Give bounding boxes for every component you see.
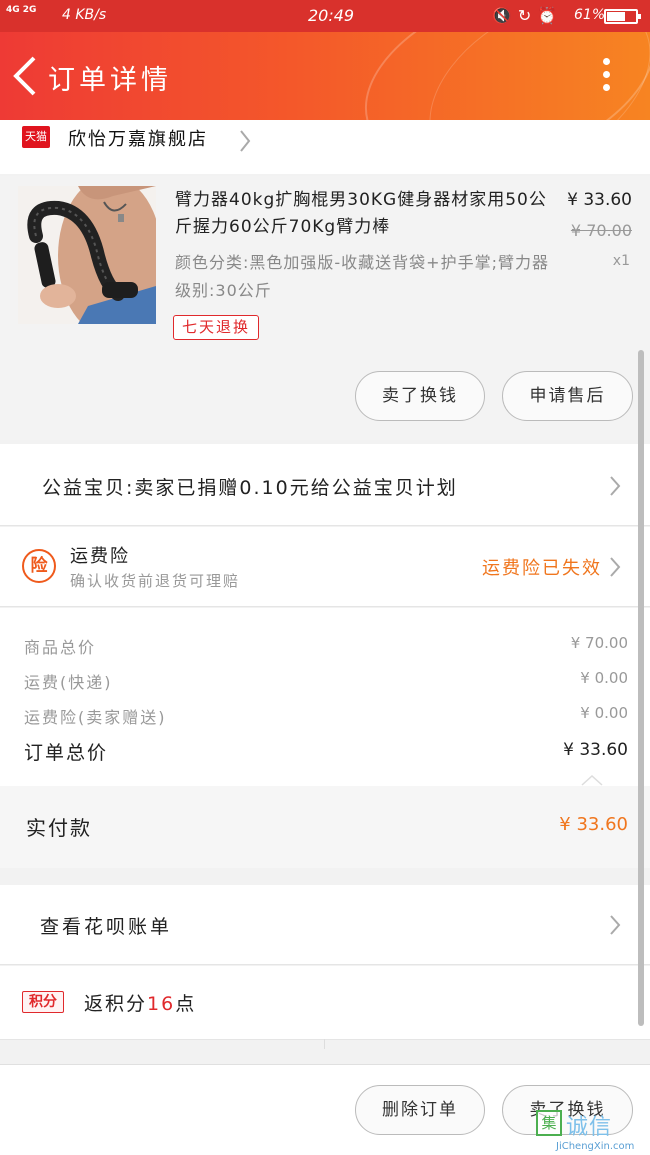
store-name: 欣怡万嘉旗舰店 [68,129,208,150]
scrollbar[interactable] [638,350,644,1026]
charity-text: 公益宝贝:卖家已捐赠0.10元给公益宝贝计划 [42,477,458,499]
chevron-right-icon [610,557,621,577]
huabei-text: 查看花呗账单 [40,916,173,938]
points-text: 返积分16点 [84,993,197,1015]
page-title: 订单详情 [48,65,172,96]
network-type: 4G 2G [6,5,37,15]
order-total-label: 订单总价 [24,742,109,764]
product-price: ¥ 33.60 [567,190,632,210]
status-icons: 🔇↻⏰ [492,6,563,25]
points-badge: 积分 [22,991,64,1013]
battery-percent: 61% [574,7,606,23]
alarm-icon: ⏰ [537,6,564,25]
more-menu-icon[interactable] [596,58,616,96]
watermark-cn: 诚信 [566,1115,613,1140]
tmall-badge: 天猫 [22,126,50,148]
sell-resale-button[interactable]: 卖了换钱 [355,371,485,421]
product-sku: 颜色分类:黑色加强版-收藏送背袋+护手掌;臂力器级别:30公斤 [175,253,549,300]
insurance-subtitle: 确认收货前退货可理赔 [70,572,241,590]
points-row: 积分 返积分16点 [0,966,650,1040]
caret-up-icon [581,774,603,786]
shipping-insurance-row[interactable]: 险 运费险 确认收货前退货可理赔 运费险已失效 [0,527,650,607]
summary-label: 运费(快递) [24,673,113,692]
summary-value: ¥ 70.00 [570,634,628,652]
summary-label: 商品总价 [24,638,97,657]
delete-order-button[interactable]: 删除订单 [355,1085,485,1135]
chevron-right-icon [610,915,621,935]
actual-payment-row: 实付款 ¥ 33.60 [0,786,650,868]
paid-value: ¥ 33.60 [559,814,628,835]
app-header: 订单详情 [0,32,650,120]
chevron-right-icon [240,130,251,152]
mute-vibrate-icon: 🔇 [492,6,518,25]
insurance-icon: 险 [22,549,56,583]
paid-label: 实付款 [26,816,92,840]
chevron-right-icon [610,476,621,496]
product-original-price: ¥ 70.00 [570,221,632,240]
site-watermark: 集 诚信 JiChengXin.com [532,1106,650,1155]
summary-value: ¥ 0.00 [580,704,628,722]
points-amount: 16 [147,993,176,1015]
insurance-title: 运费险 [70,546,130,567]
product-card[interactable]: 臂力器40kg扩胸棍男30KG健身器材家用50公斤握力60公斤70Kg臂力棒 颜… [0,176,650,440]
charity-row[interactable]: 公益宝贝:卖家已捐赠0.10元给公益宝贝计划 [0,444,650,526]
net-speed: 4 KB/s [62,7,107,23]
apply-aftersale-button[interactable]: 申请售后 [502,371,633,421]
product-image[interactable] [18,186,156,324]
insurance-status: 运费险已失效 [482,558,602,579]
huabei-bill-row[interactable]: 查看花呗账单 [0,885,650,965]
watermark-mark: 集 [536,1110,562,1136]
watermark-url: JiChengXin.com [556,1141,635,1152]
summary-value: ¥ 0.00 [580,669,628,687]
product-title[interactable]: 臂力器40kg扩胸棍男30KG健身器材家用50公斤握力60公斤70Kg臂力棒 [175,187,553,241]
back-arrow-icon[interactable] [8,54,42,98]
summary-label: 运费险(卖家赠送) [24,708,167,727]
rotation-lock-icon: ↻ [517,6,538,25]
clock: 20:49 [308,6,355,25]
battery-icon [604,9,641,24]
status-bar: 4G 2G 4 KB/s 20:49 🔇↻⏰ 61% [0,0,650,32]
order-total-value: ¥ 33.60 [563,740,628,760]
price-summary: 商品总价 ¥ 70.00 运费(快递) ¥ 0.00 运费险(卖家赠送) ¥ 0… [0,608,650,786]
product-quantity: x1 [612,253,630,269]
store-row[interactable]: 天猫 欣怡万嘉旗舰店 [0,120,650,174]
seven-day-return-tag: 七天退换 [173,315,260,340]
